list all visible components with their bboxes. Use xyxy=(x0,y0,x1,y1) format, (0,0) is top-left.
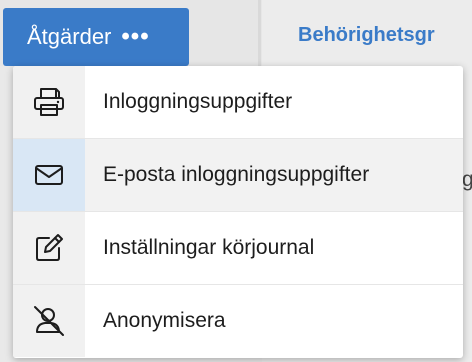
menu-item-email-login-credentials[interactable]: E-posta inloggningsuppgifter xyxy=(13,138,463,211)
menu-item-logbook-settings[interactable]: Inställningar körjournal xyxy=(13,211,463,284)
actions-dropdown-menu: Inloggningsuppgifter E-posta inloggnings… xyxy=(13,66,463,358)
menu-item-label: Inloggningsuppgifter xyxy=(103,90,293,113)
user-slash-icon xyxy=(34,306,64,336)
truncated-text: g xyxy=(462,168,472,191)
envelope-icon xyxy=(35,165,63,185)
actions-button[interactable]: Åtgärder ••• xyxy=(3,8,189,66)
pencil-square-icon xyxy=(36,234,63,261)
more-icon: ••• xyxy=(121,23,150,50)
divider xyxy=(258,0,261,66)
menu-item-label: E-posta inloggningsuppgifter xyxy=(85,139,463,211)
menu-item-anonymize[interactable]: Anonymisera xyxy=(13,284,463,357)
menu-item-label: Inställningar körjournal xyxy=(103,236,315,259)
printer-icon xyxy=(34,88,64,116)
actions-button-label: Åtgärder xyxy=(27,24,112,49)
menu-item-login-credentials[interactable]: Inloggningsuppgifter xyxy=(13,66,463,138)
tab-permission-groups[interactable]: Behörighetsgr xyxy=(298,24,435,47)
page: Åtgärder ••• Behörighetsgr g Inloggnings… xyxy=(0,0,472,362)
menu-item-label: Anonymisera xyxy=(103,309,226,332)
